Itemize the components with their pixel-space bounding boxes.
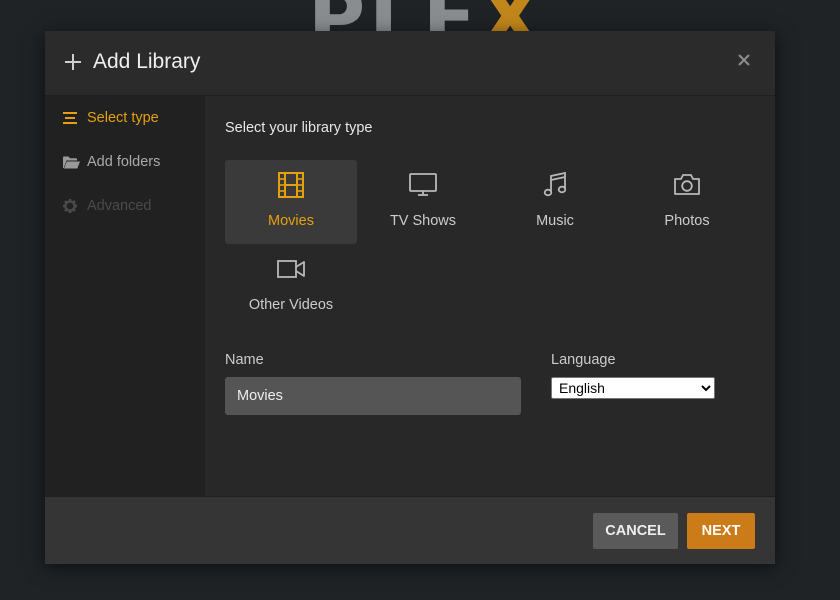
list-icon [63,110,81,126]
library-type-tv-shows[interactable]: TV Shows [357,160,489,244]
film-icon [278,172,304,198]
dialog-footer: CANCEL NEXT [45,496,775,564]
sidebar-item-label: Select type [87,110,159,126]
music-note-icon [543,172,567,197]
library-name-input[interactable] [225,377,521,415]
sidebar-item-add-folders[interactable]: Add folders [63,150,160,174]
wizard-sidebar: Select type Add folders Advanced [45,96,205,496]
library-type-photos[interactable]: Photos [621,160,753,244]
library-type-music[interactable]: Music [489,160,621,244]
library-type-label: Other Videos [248,297,334,313]
tv-icon [409,173,437,196]
plus-icon [65,54,81,70]
sidebar-item-select-type[interactable]: Select type [63,106,159,130]
library-type-label: Movies [268,213,314,229]
next-button[interactable]: NEXT [687,513,755,549]
library-type-label: Photos [664,213,710,229]
add-library-dialog: Add Library Select type Add folders Adva… [45,31,775,564]
camera-icon [674,174,700,195]
sidebar-item-advanced: Advanced [63,194,152,218]
gear-icon [63,198,81,214]
sidebar-item-label: Add folders [87,154,161,170]
dialog-header: Add Library [45,31,775,96]
library-type-label: TV Shows [389,213,457,229]
video-camera-icon [277,260,305,278]
sidebar-item-label: Advanced [87,198,152,214]
dialog-title: Add Library [93,50,201,73]
close-icon[interactable] [737,53,751,67]
section-title: Select your library type [225,120,373,136]
language-select[interactable]: English [551,377,715,399]
name-label: Name [225,352,264,368]
library-type-other-videos[interactable]: Other Videos [225,244,357,328]
library-type-label: Music [536,213,574,229]
library-type-movies[interactable]: Movies [225,160,357,244]
language-label: Language [551,352,616,368]
wizard-content: Select your library type Movies TV Shows… [205,96,775,496]
folder-open-icon [63,154,81,170]
cancel-button[interactable]: CANCEL [593,513,678,549]
